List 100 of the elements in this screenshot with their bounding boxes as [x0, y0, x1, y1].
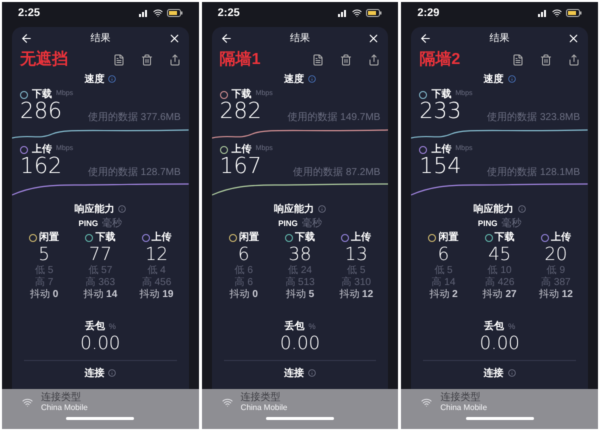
carrier-name: China Mobile [41, 403, 88, 413]
ping-high: 高 6 [234, 277, 253, 288]
ping-high: 高 456 [142, 277, 172, 288]
ping-low: 低 24 [288, 265, 312, 276]
trash-icon[interactable] [540, 54, 552, 66]
section-title: 响应能力 [274, 202, 314, 216]
loss-value: 0.00 [480, 334, 520, 354]
loss-label: 丢包 [284, 320, 304, 334]
jitter-text: 抖动 5 [286, 289, 314, 301]
ping-unit: 毫秒 [501, 216, 522, 231]
test-label: 隔墙2 [419, 50, 460, 70]
data-used: 使用的数据 377.6MB [88, 112, 181, 124]
back-icon[interactable] [220, 32, 233, 44]
screen-title: 结果 [290, 32, 310, 46]
info-icon[interactable] [518, 205, 526, 213]
metric-label: 下载 [232, 88, 252, 102]
ping-type: 下载 [295, 230, 315, 245]
loss-label: 丢包 [84, 320, 105, 334]
ping-value: 38 [288, 245, 312, 265]
share-icon[interactable] [168, 54, 181, 66]
data-used: 使用的数据 87.2MB [293, 167, 380, 179]
metric-value: 282 [220, 100, 262, 124]
section-title: 连接 [84, 366, 104, 380]
ping-value: 77 [88, 245, 112, 265]
ping-low: 低 57 [88, 265, 112, 276]
metric-label: 下载 [431, 88, 452, 102]
connection-type-label: 连接类型 [440, 392, 482, 403]
back-icon[interactable] [20, 32, 33, 44]
ping-high: 高 7 [34, 277, 54, 288]
carrier-name: China Mobile [240, 403, 288, 413]
back-icon[interactable] [419, 32, 432, 44]
ping-high: 高 426 [484, 277, 514, 288]
section-title: 速度 [284, 72, 304, 86]
ping-low: 低 10 [488, 265, 512, 276]
section-title: 速度 [484, 72, 504, 86]
wifi-icon [352, 8, 362, 18]
section-title: 响应能力 [474, 202, 514, 216]
ping-label: PING [278, 218, 298, 230]
loss-label: 丢包 [484, 320, 504, 334]
ping-low: 低 4 [147, 265, 166, 276]
loss-value: 0.00 [80, 334, 120, 354]
wifi-icon [222, 397, 233, 408]
document-icon[interactable] [512, 54, 524, 66]
info-icon[interactable] [318, 205, 326, 213]
wifi-icon [152, 8, 163, 18]
connection-type-label: 连接类型 [41, 392, 82, 403]
jitter-text: 抖动 2 [429, 289, 458, 301]
ping-low: 低 5 [34, 265, 54, 276]
metric-label: 上传 [32, 142, 52, 156]
close-icon[interactable] [567, 32, 580, 44]
document-icon[interactable] [312, 54, 324, 66]
loss-value: 0.00 [280, 334, 320, 354]
trash-icon[interactable] [340, 54, 352, 66]
loss-unit: % [508, 320, 516, 332]
close-icon[interactable] [367, 32, 380, 44]
section-title: 连接 [284, 366, 304, 380]
screen-title: 结果 [90, 32, 110, 46]
document-icon[interactable] [112, 54, 125, 66]
share-icon[interactable] [568, 54, 580, 66]
jitter-text: 抖动 0 [230, 289, 258, 301]
info-icon[interactable] [508, 369, 516, 377]
ping-type: 上传 [550, 230, 571, 245]
section-title: 连接 [484, 366, 504, 380]
ping-value: 5 [38, 245, 50, 265]
info-icon[interactable] [308, 369, 316, 377]
info-icon[interactable] [508, 75, 516, 83]
ping-high: 高 14 [432, 277, 456, 288]
test-label: 无遮挡 [20, 49, 68, 70]
loss-unit: % [308, 320, 316, 332]
metric-label: 下载 [32, 88, 52, 102]
jitter-text: 抖动 14 [83, 289, 118, 301]
ping-value: 13 [344, 245, 368, 265]
metric-label: 上传 [232, 142, 252, 156]
metric-value: 233 [419, 100, 462, 124]
ping-low: 低 9 [546, 265, 566, 276]
ping-type: 闲置 [238, 230, 259, 245]
status-time: 2:29 [417, 6, 440, 21]
section-title: 响应能力 [74, 202, 114, 216]
home-indicator [466, 417, 534, 420]
jitter-text: 抖动 12 [339, 289, 374, 301]
jitter-text: 抖动 12 [538, 289, 573, 301]
info-icon[interactable] [108, 369, 116, 377]
ping-type: 闲置 [438, 230, 458, 245]
trash-icon[interactable] [140, 54, 153, 66]
share-icon[interactable] [368, 54, 380, 66]
info-icon[interactable] [118, 205, 126, 213]
ping-label: PING [478, 218, 498, 230]
ping-low: 低 5 [347, 265, 366, 276]
ping-value: 12 [145, 245, 168, 265]
ping-label: PING [78, 218, 98, 230]
wifi-icon [552, 8, 562, 18]
jitter-text: 抖动 27 [482, 289, 517, 301]
screen-title: 结果 [490, 32, 510, 46]
ping-high: 高 363 [86, 277, 116, 288]
info-icon[interactable] [308, 75, 316, 83]
metric-value: 162 [20, 155, 62, 179]
ping-high: 高 513 [285, 277, 315, 288]
status-time: 2:25 [18, 6, 40, 21]
close-icon[interactable] [168, 32, 181, 44]
info-icon[interactable] [108, 75, 116, 83]
